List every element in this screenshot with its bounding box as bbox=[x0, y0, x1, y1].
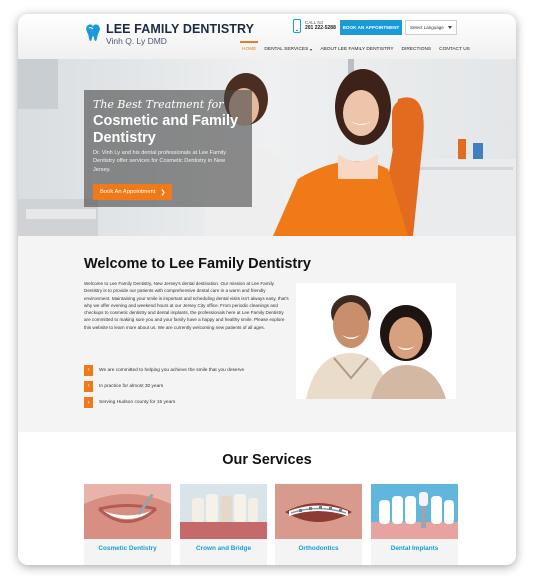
language-select[interactable]: Select Language bbox=[405, 20, 457, 35]
list-item: › In practice for almost 30 years bbox=[84, 379, 244, 393]
site-header: LEE FAMILY DENTISTRY Vinh Q. Ly DMD CALL… bbox=[18, 14, 516, 59]
nav-item-dental-services[interactable]: DENTAL SERVICES bbox=[260, 41, 316, 58]
nav-item-contact[interactable]: CONTACT US bbox=[435, 41, 474, 58]
book-appointment-button[interactable]: BOOK AN APPOINTMENT bbox=[340, 20, 402, 35]
browser-frame: LEE FAMILY DENTISTRY Vinh Q. Ly DMD CALL… bbox=[18, 14, 516, 565]
call-number[interactable]: 201 222-5288 bbox=[305, 25, 336, 31]
service-card-crown[interactable]: Crown and Bridge bbox=[180, 484, 267, 565]
hero-book-button-label: Book An Appointment bbox=[100, 189, 156, 195]
list-item: › Serving Hudson county for 15 years bbox=[84, 396, 244, 410]
chevron-right-icon: › bbox=[84, 364, 93, 376]
service-card-implants[interactable]: Dental Implants bbox=[371, 484, 458, 565]
hero-description: Dr. Vinh Ly and his dental professionals… bbox=[93, 150, 227, 173]
feature-text: In practice for almost 30 years bbox=[99, 383, 164, 389]
nav-item-label: DENTAL SERVICES bbox=[264, 47, 309, 52]
hero-panel: The Best Treatment for Cosmetic and Fami… bbox=[84, 90, 252, 207]
main-nav: HOME DENTAL SERVICES ABOUT LEE FAMILY DE… bbox=[238, 41, 474, 58]
cosmetic-dentistry-image bbox=[84, 484, 171, 539]
feature-list: › We are committed to helping you achiev… bbox=[84, 363, 244, 412]
tooth-icon bbox=[86, 24, 100, 41]
logo-title: LEE FAMILY DENTISTRY bbox=[106, 22, 255, 36]
service-card-cosmetic[interactable]: Cosmetic Dentistry bbox=[84, 484, 171, 565]
services-title: Our Services bbox=[222, 452, 312, 468]
chevron-down-icon bbox=[310, 48, 313, 51]
couple-photo bbox=[296, 283, 456, 399]
nav-item-home[interactable]: HOME bbox=[238, 41, 260, 58]
service-name[interactable]: Dental Implants bbox=[371, 545, 458, 552]
services-section: Our Services Cosmetic Dentistry Crown an… bbox=[18, 432, 516, 565]
hero-script-line: The Best Treatment for bbox=[93, 98, 224, 111]
call-info[interactable]: CALL NJ 201 222-5288 bbox=[293, 19, 336, 33]
list-item: › We are committed to helping you achiev… bbox=[84, 363, 244, 377]
service-name[interactable]: Orthodontics bbox=[275, 545, 362, 552]
feature-text: We are committed to helping you achieve … bbox=[99, 367, 245, 373]
welcome-title: Welcome to Lee Family Dentistry bbox=[84, 256, 311, 272]
language-select-label: Select Language bbox=[410, 25, 444, 30]
nav-item-about[interactable]: ABOUT LEE FAMILY DENTISTRY bbox=[316, 41, 397, 58]
welcome-section: Welcome to Lee Family Dentistry Welcome … bbox=[18, 236, 516, 432]
hero-banner: The Best Treatment for Cosmetic and Fami… bbox=[18, 59, 516, 236]
service-name[interactable]: Cosmetic Dentistry bbox=[84, 545, 171, 552]
arrow-right-icon: ❯ bbox=[160, 189, 166, 196]
service-name[interactable]: Crown and Bridge bbox=[180, 545, 267, 552]
hero-title: Cosmetic and Family Dentistry bbox=[93, 113, 239, 146]
site-logo[interactable]: LEE FAMILY DENTISTRY Vinh Q. Ly DMD bbox=[84, 23, 254, 45]
chevron-right-icon: › bbox=[84, 397, 93, 409]
nav-item-label: ABOUT LEE FAMILY DENTISTRY bbox=[320, 47, 394, 52]
service-card-orthodontics[interactable]: Orthodontics bbox=[275, 484, 362, 565]
dental-implants-image bbox=[371, 484, 458, 539]
logo-subtitle: Vinh Q. Ly DMD bbox=[106, 35, 167, 46]
welcome-body: Welcome to Lee Family Dentistry, New Jer… bbox=[84, 281, 289, 330]
hero-book-button[interactable]: Book An Appointment ❯ bbox=[93, 184, 172, 200]
nav-item-label: DIRECTIONS bbox=[401, 47, 432, 52]
nav-item-directions[interactable]: DIRECTIONS bbox=[398, 41, 436, 58]
orthodontics-image bbox=[275, 484, 362, 539]
chevron-down-icon bbox=[448, 26, 452, 29]
chevron-right-icon: › bbox=[84, 380, 93, 392]
feature-text: Serving Hudson county for 15 years bbox=[99, 400, 176, 406]
nav-item-label: CONTACT US bbox=[439, 47, 470, 52]
nav-item-label: HOME bbox=[242, 47, 257, 52]
phone-icon bbox=[293, 19, 301, 33]
crown-and-bridge-image bbox=[180, 484, 267, 539]
